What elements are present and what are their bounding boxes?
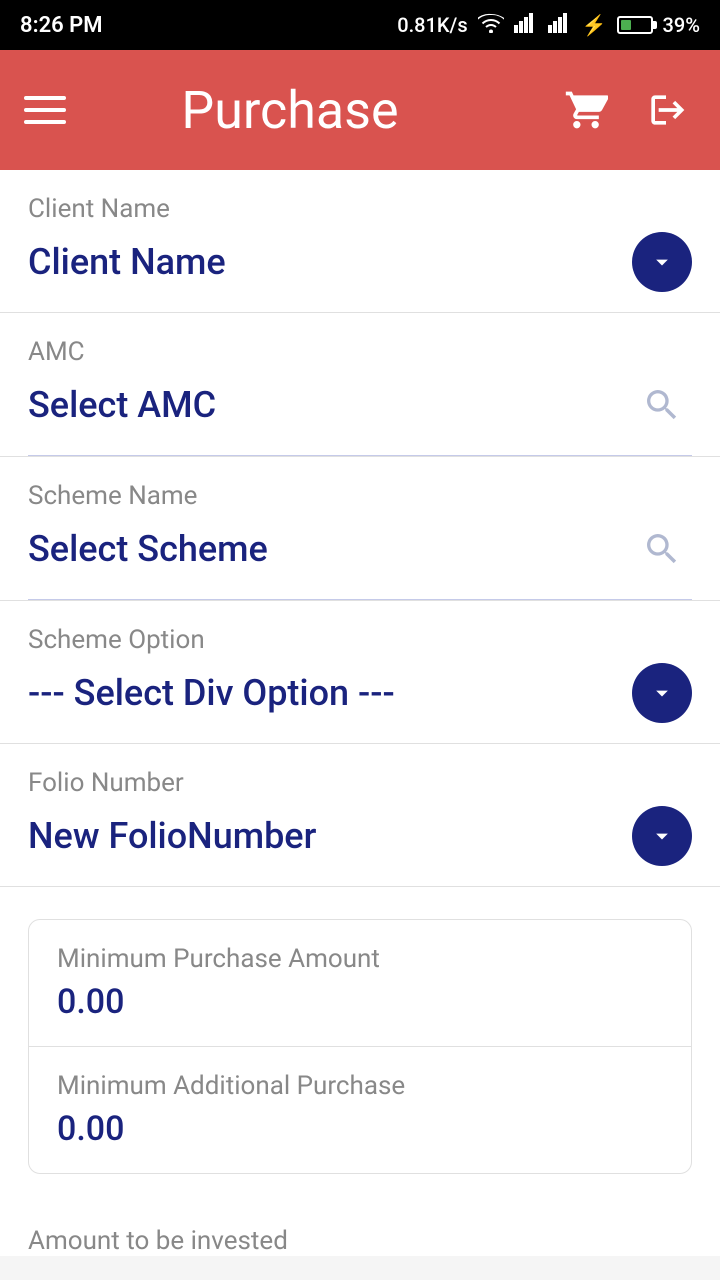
app-bar-actions bbox=[556, 80, 696, 140]
wifi-icon bbox=[478, 13, 504, 38]
status-bar: 8:26 PM 0.81K/s bbox=[0, 0, 720, 50]
min-additional-label: Minimum Additional Purchase bbox=[57, 1071, 663, 1101]
client-name-label: Client Name bbox=[28, 194, 692, 224]
folio-number-dropdown[interactable] bbox=[632, 806, 692, 866]
battery-percent: 39% bbox=[663, 13, 700, 37]
min-purchase-value: 0.00 bbox=[57, 982, 663, 1022]
cart-button[interactable] bbox=[556, 80, 616, 140]
scheme-name-value: Select Scheme bbox=[28, 528, 268, 570]
scheme-name-row: Select Scheme bbox=[28, 519, 692, 599]
battery-icon bbox=[617, 16, 653, 34]
info-card: Minimum Purchase Amount 0.00 Minimum Add… bbox=[28, 919, 692, 1174]
client-name-row: Client Name bbox=[28, 232, 692, 312]
folio-number-row: New FolioNumber bbox=[28, 806, 692, 886]
min-purchase-label: Minimum Purchase Amount bbox=[57, 944, 663, 974]
folio-number-value: New FolioNumber bbox=[28, 815, 316, 857]
network-speed: 0.81K/s bbox=[397, 13, 467, 37]
scheme-option-field-group: Scheme Option --- Select Div Option --- bbox=[0, 601, 720, 744]
amc-row: Select AMC bbox=[28, 375, 692, 455]
min-additional-row: Minimum Additional Purchase 0.00 bbox=[29, 1046, 691, 1173]
client-name-value: Client Name bbox=[28, 241, 226, 283]
scheme-option-value: --- Select Div Option --- bbox=[28, 672, 395, 714]
amc-search-button[interactable] bbox=[632, 375, 692, 435]
page-title: Purchase bbox=[24, 80, 556, 141]
amc-field-group: AMC Select AMC bbox=[0, 313, 720, 457]
signal2-icon bbox=[548, 13, 572, 38]
amc-label: AMC bbox=[28, 337, 692, 367]
scheme-search-button[interactable] bbox=[632, 519, 692, 579]
scheme-option-dropdown[interactable] bbox=[632, 663, 692, 723]
folio-number-label: Folio Number bbox=[28, 768, 692, 798]
time: 8:26 PM bbox=[20, 13, 103, 38]
amount-label: Amount to be invested bbox=[28, 1226, 692, 1256]
content: Client Name Client Name AMC Select AMC S… bbox=[0, 170, 720, 1256]
logout-button[interactable] bbox=[636, 80, 696, 140]
amc-value: Select AMC bbox=[28, 384, 216, 426]
scheme-option-label: Scheme Option bbox=[28, 625, 692, 655]
status-icons: 0.81K/s ⚡ bbox=[397, 13, 700, 38]
min-additional-value: 0.00 bbox=[57, 1109, 663, 1149]
client-name-dropdown[interactable] bbox=[632, 232, 692, 292]
folio-number-field-group: Folio Number New FolioNumber bbox=[0, 744, 720, 887]
signal-icon bbox=[514, 13, 538, 38]
scheme-name-field-group: Scheme Name Select Scheme bbox=[0, 457, 720, 601]
client-name-field-group: Client Name Client Name bbox=[0, 170, 720, 313]
amount-section: Amount to be invested bbox=[0, 1206, 720, 1256]
min-purchase-row: Minimum Purchase Amount 0.00 bbox=[29, 920, 691, 1046]
charging-icon: ⚡ bbox=[582, 13, 607, 37]
scheme-option-row: --- Select Div Option --- bbox=[28, 663, 692, 743]
app-bar: Purchase bbox=[0, 50, 720, 170]
scheme-name-label: Scheme Name bbox=[28, 481, 692, 511]
